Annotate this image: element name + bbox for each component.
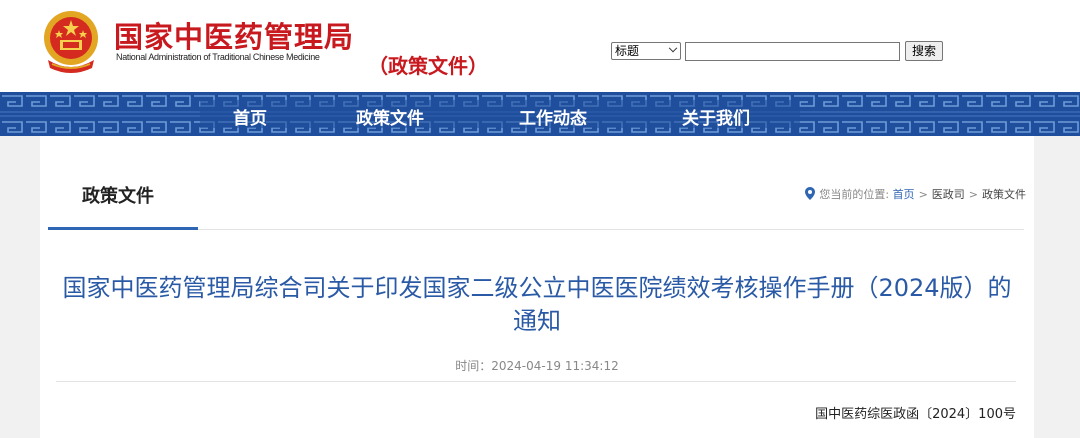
breadcrumb-level2-link[interactable]: 医政司 bbox=[932, 188, 965, 201]
breadcrumb-separator: > bbox=[918, 188, 928, 201]
tab-active-underline bbox=[48, 227, 198, 230]
location-pin-icon bbox=[805, 187, 816, 203]
site-header: 国家中医药管理局 National Administration of Trad… bbox=[0, 0, 1080, 92]
national-emblem-icon[interactable] bbox=[40, 8, 102, 76]
nav-item-home[interactable]: 首页 bbox=[233, 104, 267, 129]
meta-divider bbox=[56, 381, 1016, 382]
article-title: 国家中医药管理局综合司关于印发国家二级公立中医医院绩效考核操作手册（2024版）… bbox=[62, 274, 1012, 335]
site-logo-title[interactable]: 国家中医药管理局 bbox=[114, 14, 354, 56]
search-field-select[interactable]: 标题 bbox=[611, 42, 681, 60]
breadcrumb: 您当前的位置: 首页 > 医政司 > 政策文件 bbox=[805, 186, 1026, 203]
breadcrumb-separator: > bbox=[968, 188, 978, 201]
search-button[interactable]: 搜索 bbox=[905, 41, 943, 61]
main-nav: 首页 政策文件 工作动态 关于我们 bbox=[0, 92, 1080, 136]
nav-item-news[interactable]: 工作动态 bbox=[519, 104, 587, 129]
breadcrumb-level3-link[interactable]: 政策文件 bbox=[982, 188, 1026, 201]
tab-policy-documents[interactable]: 政策文件 bbox=[82, 182, 154, 208]
chevron-down-icon bbox=[668, 43, 678, 53]
document-number: 国中医药综医政函〔2024〕100号 bbox=[815, 407, 1016, 422]
content-card: 政策文件 您当前的位置: 首页 > 医政司 > 政策文件 国家中医药管理局综合司关于印发… bbox=[40, 136, 1034, 438]
nav-item-about[interactable]: 关于我们 bbox=[682, 104, 750, 129]
site-logo-subtitle: National Administration of Traditional C… bbox=[116, 52, 320, 62]
nav-item-policy[interactable]: 政策文件 bbox=[356, 104, 424, 129]
search-input[interactable] bbox=[685, 42, 900, 61]
article-publish-time: 时间：2024-04-19 11:34:12 bbox=[455, 359, 619, 373]
section-tag: （政策文件） bbox=[368, 54, 488, 78]
search-field-select-value: 标题 bbox=[615, 44, 640, 58]
breadcrumb-home-link[interactable]: 首页 bbox=[893, 188, 915, 201]
breadcrumb-prefix: 您当前的位置: bbox=[819, 188, 890, 201]
